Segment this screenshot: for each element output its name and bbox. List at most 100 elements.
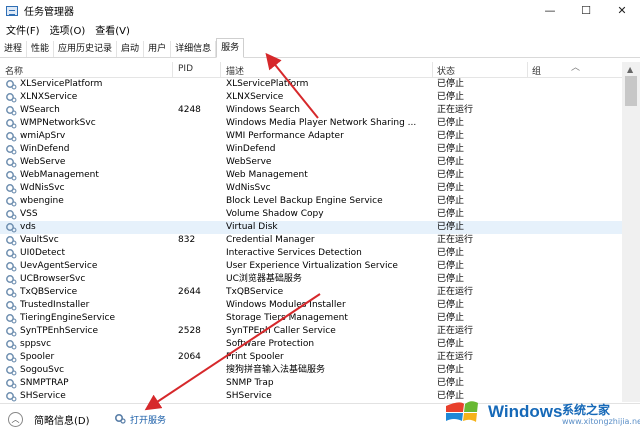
menu-bar: 文件(F) 选项(O) 查看(V) (0, 21, 640, 38)
tab-app-history[interactable]: 应用历史记录 (54, 41, 118, 57)
service-description: WdNisSvc (226, 183, 271, 193)
tab-performance[interactable]: 性能 (27, 41, 55, 57)
minimize-button[interactable]: — (532, 0, 568, 21)
tab-users[interactable]: 用户 (144, 41, 172, 57)
service-status: 已停止 (437, 274, 465, 284)
scrollbar-thumb[interactable] (625, 76, 637, 106)
service-status: 已停止 (437, 209, 465, 219)
column-name[interactable]: 名称 (5, 64, 23, 77)
watermark-url: www.xitongzhijia.net (562, 417, 640, 426)
service-description: WMI Performance Adapter (226, 131, 344, 141)
service-name: WdNisSvc (20, 183, 65, 193)
column-pid[interactable]: PID (178, 64, 193, 77)
table-row[interactable]: VSS Volume Shadow Copy 已停止 (0, 208, 622, 221)
service-pid: 2644 (178, 287, 201, 297)
table-row[interactable]: XLNXService XLNXService 已停止 (0, 91, 622, 104)
service-description: SynTPEnh Caller Service (226, 326, 336, 336)
tab-startup[interactable]: 启动 (117, 41, 145, 57)
menu-view[interactable]: 查看(V) (95, 22, 130, 37)
scroll-up-icon[interactable]: ▲ (627, 65, 633, 74)
gear-icon (6, 132, 17, 142)
chevron-up-icon[interactable]: ︿ (8, 412, 23, 427)
table-row[interactable]: UI0Detect Interactive Services Detection 已… (0, 247, 622, 260)
table-row[interactable]: TieringEngineService Storage Tiers Manage… (0, 312, 622, 325)
service-name: VaultSvc (20, 235, 59, 245)
task-manager-icon (6, 5, 18, 16)
gear-icon (6, 236, 17, 246)
table-row[interactable]: WinDefend WinDefend 已停止 (0, 143, 622, 156)
column-divider[interactable] (527, 62, 528, 77)
table-row[interactable]: UevAgentService User Experience Virtualiz… (0, 260, 622, 273)
open-services-link[interactable]: 打开服务 (130, 413, 166, 426)
tab-details[interactable]: 详细信息 (171, 41, 217, 57)
column-divider[interactable] (172, 62, 173, 77)
service-status: 已停止 (437, 144, 465, 154)
table-row[interactable]: SynTPEnhService 2528 SynTPEnh Caller Servi… (0, 325, 622, 338)
service-status: 已停止 (437, 157, 465, 167)
column-group[interactable]: 组 (532, 64, 541, 77)
tab-services[interactable]: 服务 (216, 38, 245, 58)
service-name: WebServe (20, 157, 66, 167)
column-divider[interactable] (432, 62, 433, 77)
gear-icon (6, 171, 17, 181)
service-description: Virtual Disk (226, 222, 278, 232)
window-title: 任务管理器 (24, 7, 74, 18)
table-row[interactable]: sppsvc Software Protection 已停止 (0, 338, 622, 351)
table-row[interactable]: TrustedInstaller Windows Modules Installe… (0, 299, 622, 312)
service-status: 已停止 (437, 131, 465, 141)
column-description[interactable]: 描述 (226, 64, 244, 77)
table-row[interactable]: UCBrowserSvc UC浏览器基础服务 已停止 (0, 273, 622, 286)
watermark-brand: Windows (488, 402, 563, 421)
gear-icon (6, 340, 17, 350)
vertical-scrollbar[interactable]: ▲ (622, 62, 640, 402)
service-pid: 4248 (178, 105, 201, 115)
service-status: 正在运行 (437, 235, 474, 245)
maximize-button[interactable]: ☐ (568, 0, 604, 21)
service-status: 已停止 (437, 79, 465, 89)
table-row[interactable]: wmiApSrv WMI Performance Adapter 已停止 (0, 130, 622, 143)
service-name: SHService (20, 391, 66, 401)
table-row[interactable]: SNMPTRAP SNMP Trap 已停止 (0, 377, 622, 390)
service-name: sppsvc (20, 339, 52, 349)
table-row[interactable]: WSearch 4248 Windows Search 正在运行 (0, 104, 622, 117)
table-row[interactable]: WebServe WebServe 已停止 (0, 156, 622, 169)
table-row[interactable]: vds Virtual Disk 已停止 (0, 221, 622, 234)
service-status: 已停止 (437, 339, 465, 349)
table-row[interactable]: WebManagement Web Management 已停止 (0, 169, 622, 182)
service-description: Software Protection (226, 339, 315, 349)
service-description: Web Management (226, 170, 308, 180)
gear-icon (6, 106, 17, 116)
close-button[interactable]: ✕ (604, 0, 640, 21)
table-row[interactable]: WMPNetworkSvc Windows Media Player Networ… (0, 117, 622, 130)
service-status: 已停止 (437, 92, 465, 102)
table-row[interactable]: WdNisSvc WdNisSvc 已停止 (0, 182, 622, 195)
column-status[interactable]: 状态 (437, 64, 455, 77)
service-name: Spooler (20, 352, 55, 362)
fewer-details-link[interactable]: 简略信息(D) (34, 412, 90, 427)
menu-options[interactable]: 选项(O) (50, 22, 86, 37)
service-status: 已停止 (437, 183, 465, 193)
column-divider[interactable] (220, 62, 221, 77)
service-description: Print Spooler (226, 352, 284, 362)
service-status: 正在运行 (437, 352, 474, 362)
table-row[interactable]: XLServicePlatform XLServicePlatform 已停止 (0, 78, 622, 91)
service-name: UI0Detect (20, 248, 65, 258)
service-description: Storage Tiers Management (226, 313, 348, 323)
tab-processes[interactable]: 进程 (0, 41, 28, 57)
gear-icon (6, 301, 17, 311)
service-name: SynTPEnhService (20, 326, 99, 336)
table-row[interactable]: SogouSvc 搜狗拼音输入法基础服务 已停止 (0, 364, 622, 377)
gear-icon (6, 275, 17, 285)
table-row[interactable]: wbengine Block Level Backup Engine Servic… (0, 195, 622, 208)
service-description: XLNXService (226, 92, 284, 102)
service-description: SNMP Trap (226, 378, 274, 388)
gear-icon (6, 184, 17, 194)
service-description: SHService (226, 391, 272, 401)
table-row[interactable]: VaultSvc 832 Credential Manager 正在运行 (0, 234, 622, 247)
service-description: UC浏览器基础服务 (226, 274, 302, 284)
gear-icon (6, 392, 17, 402)
service-description: TxQBService (226, 287, 284, 297)
menu-file[interactable]: 文件(F) (6, 22, 40, 37)
table-row[interactable]: TxQBService 2644 TxQBService 正在运行 (0, 286, 622, 299)
table-row[interactable]: Spooler 2064 Print Spooler 正在运行 (0, 351, 622, 364)
